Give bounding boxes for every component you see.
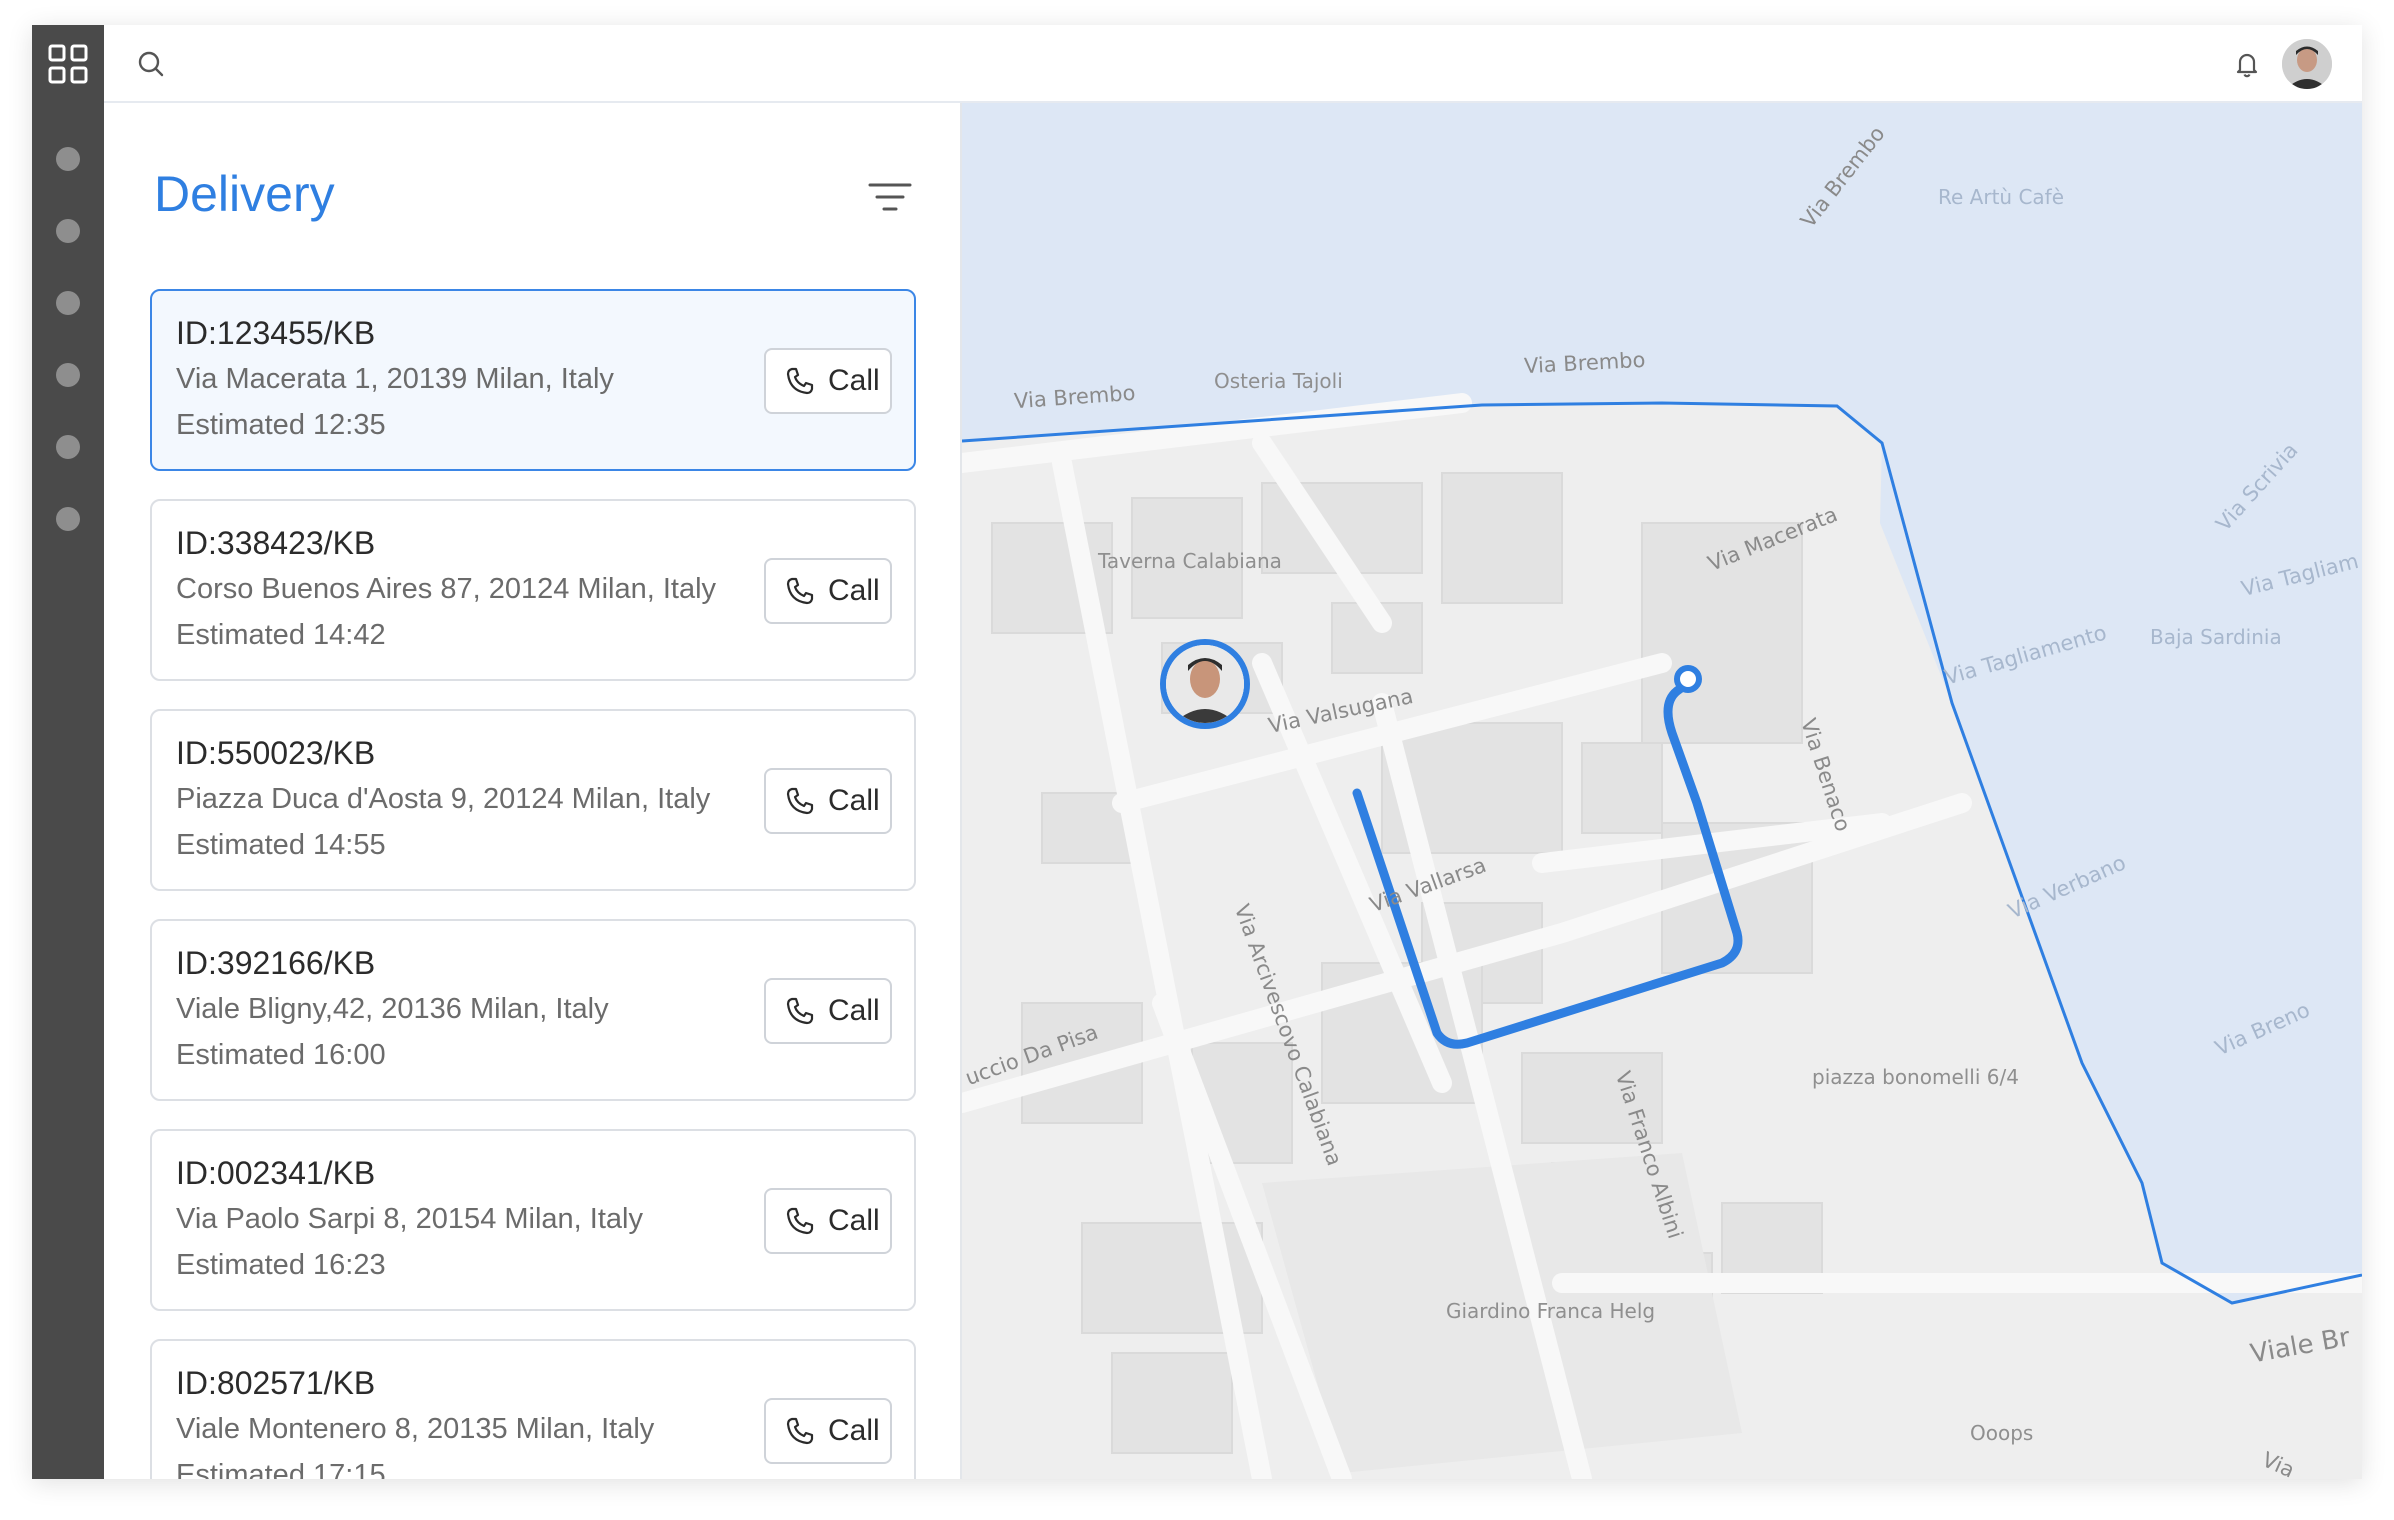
- delivery-address: Viale Bligny,42, 20136 Milan, Italy: [176, 993, 609, 1025]
- search-icon[interactable]: [136, 49, 166, 79]
- map-view[interactable]: Via Brembo Via Brembo Via Brembo Via Mac…: [962, 103, 2362, 1479]
- delivery-card[interactable]: ID:123455/KB Via Macerata 1, 20139 Milan…: [150, 289, 916, 471]
- delivery-address: Via Macerata 1, 20139 Milan, Italy: [176, 363, 614, 395]
- delivery-eta: Estimated 14:55: [176, 829, 386, 861]
- call-label: Call: [828, 364, 880, 397]
- place-label: Giardino Franca Helg: [1446, 1299, 1656, 1323]
- call-button[interactable]: Call: [764, 1188, 892, 1254]
- phone-icon: [786, 367, 814, 395]
- call-label: Call: [828, 784, 880, 817]
- delivery-id: ID:338423/KB: [176, 525, 376, 561]
- delivery-eta: Estimated 17:15: [176, 1459, 386, 1479]
- delivery-address: Corso Buenos Aires 87, 20124 Milan, Ital…: [176, 573, 717, 605]
- grid-icon[interactable]: [48, 44, 88, 84]
- delivery-eta: Estimated 12:35: [176, 409, 386, 441]
- bell-icon[interactable]: [2232, 49, 2262, 79]
- delivery-panel: Delivery ID:123455/KB Via Macerata 1, 20…: [104, 103, 962, 1479]
- delivery-address: Via Paolo Sarpi 8, 20154 Milan, Italy: [176, 1203, 643, 1235]
- delivery-id: ID:550023/KB: [176, 735, 376, 771]
- nav-item-icon[interactable]: [56, 219, 80, 243]
- call-label: Call: [828, 1414, 880, 1447]
- delivery-address: Viale Montenero 8, 20135 Milan, Italy: [176, 1413, 655, 1445]
- delivery-id: ID:123455/KB: [176, 315, 376, 351]
- nav-item-icon[interactable]: [56, 363, 80, 387]
- call-button[interactable]: Call: [764, 978, 892, 1044]
- delivery-card[interactable]: ID:002341/KB Via Paolo Sarpi 8, 20154 Mi…: [150, 1129, 916, 1311]
- page-title: Delivery: [154, 166, 335, 222]
- user-avatar[interactable]: [2282, 39, 2332, 89]
- call-button[interactable]: Call: [764, 348, 892, 414]
- filter-icon[interactable]: [868, 179, 912, 215]
- call-label: Call: [828, 574, 880, 607]
- place-label: Ooops: [1970, 1421, 2034, 1445]
- delivery-eta: Estimated 16:00: [176, 1039, 386, 1071]
- nav-item-icon[interactable]: [56, 507, 80, 531]
- app-window: Delivery ID:123455/KB Via Macerata 1, 20…: [32, 25, 2362, 1479]
- phone-icon: [786, 1417, 814, 1445]
- map-base: [962, 103, 2362, 1479]
- delivery-card[interactable]: ID:802571/KB Viale Montenero 8, 20135 Mi…: [150, 1339, 916, 1479]
- phone-icon: [786, 787, 814, 815]
- delivery-id: ID:002341/KB: [176, 1155, 376, 1191]
- nav-rail: [32, 25, 104, 1479]
- call-button[interactable]: Call: [764, 768, 892, 834]
- place-label: Taverna Calabiana: [1098, 549, 1282, 573]
- place-label: piazza bonomelli 6/4: [1812, 1065, 2019, 1089]
- nav-item-icon[interactable]: [56, 147, 80, 171]
- place-label: Re Artù Cafè: [1938, 185, 2065, 209]
- call-button[interactable]: Call: [764, 1398, 892, 1464]
- delivery-eta: Estimated 16:23: [176, 1249, 386, 1281]
- delivery-address: Piazza Duca d'Aosta 9, 20124 Milan, Ital…: [176, 783, 711, 815]
- phone-icon: [786, 1207, 814, 1235]
- top-bar: [104, 25, 2362, 103]
- place-label: Baja Sardinia: [2150, 625, 2282, 649]
- call-label: Call: [828, 994, 880, 1027]
- delivery-card[interactable]: ID:338423/KB Corso Buenos Aires 87, 2012…: [150, 499, 916, 681]
- delivery-eta: Estimated 14:42: [176, 619, 386, 651]
- call-button[interactable]: Call: [764, 558, 892, 624]
- nav-item-icon[interactable]: [56, 291, 80, 315]
- nav-item-icon[interactable]: [56, 435, 80, 459]
- delivery-id: ID:802571/KB: [176, 1365, 376, 1401]
- phone-icon: [786, 997, 814, 1025]
- delivery-card[interactable]: ID:550023/KB Piazza Duca d'Aosta 9, 2012…: [150, 709, 916, 891]
- courier-marker[interactable]: [1160, 639, 1250, 729]
- phone-icon: [786, 577, 814, 605]
- call-label: Call: [828, 1204, 880, 1237]
- delivery-id: ID:392166/KB: [176, 945, 376, 981]
- delivery-card[interactable]: ID:392166/KB Viale Bligny,42, 20136 Mila…: [150, 919, 916, 1101]
- place-label: Osteria Tajoli: [1214, 369, 1343, 393]
